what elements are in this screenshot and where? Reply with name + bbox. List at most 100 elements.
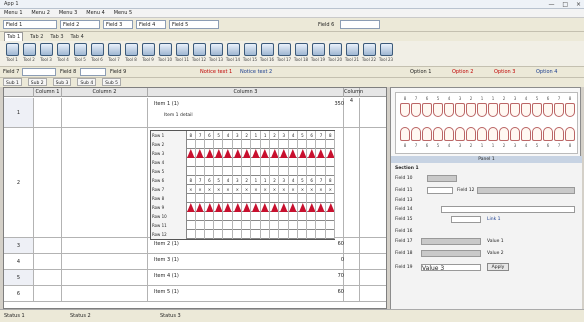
empty-cell[interactable] (317, 221, 326, 230)
combo-3[interactable]: Field 3 (103, 20, 133, 29)
empty-cell[interactable] (299, 221, 308, 230)
upper-tooth[interactable] (466, 103, 476, 117)
toolbar-button-4[interactable]: Tool 4 (55, 43, 71, 65)
close-button[interactable]: × (576, 1, 581, 8)
subtab-2[interactable]: Sub 2 (27, 78, 47, 86)
empty-cell[interactable] (206, 212, 215, 221)
tooth-number-cell[interactable]: 5 (215, 131, 224, 140)
marked-cell[interactable] (233, 149, 243, 158)
marked-cell[interactable] (187, 203, 196, 212)
marked-cell[interactable] (289, 149, 298, 158)
marked-cell[interactable] (205, 149, 215, 158)
tooth-number-cell[interactable]: 7 (317, 176, 326, 185)
cross-cell[interactable]: × (327, 185, 336, 194)
marked-cell[interactable] (280, 149, 289, 158)
tooth-number-cell[interactable]: 3 (280, 176, 289, 185)
combo-5[interactable]: Field 5 (169, 20, 219, 29)
marked-cell[interactable] (270, 149, 280, 158)
marked-cell[interactable] (196, 203, 205, 212)
toolbar-button-15[interactable]: Tool 15 (242, 43, 258, 65)
empty-cell[interactable] (234, 221, 243, 230)
cross-cell[interactable]: × (317, 185, 326, 194)
marked-cell[interactable] (242, 149, 252, 158)
combo-4[interactable]: Field 4 (136, 20, 166, 29)
empty-cell[interactable] (327, 140, 336, 149)
panel-link[interactable]: Link 1 (487, 217, 501, 222)
empty-cell[interactable] (289, 221, 298, 230)
marked-cell[interactable] (326, 149, 336, 158)
cross-cell[interactable]: × (280, 185, 289, 194)
toolbar-button-17[interactable]: Tool 17 (276, 43, 292, 65)
empty-cell[interactable] (215, 167, 224, 176)
empty-cell[interactable] (206, 140, 215, 149)
empty-cell[interactable] (289, 194, 298, 203)
empty-cell[interactable] (224, 212, 233, 221)
empty-cell[interactable] (224, 221, 233, 230)
toolbar-button-21[interactable]: Tool 21 (344, 43, 360, 65)
table-row[interactable]: 1 Item 1 (1) Item 1 detail 350 (4, 98, 386, 128)
apply-button[interactable]: Apply (487, 263, 509, 271)
panel-input-4[interactable] (441, 206, 575, 213)
empty-cell[interactable] (196, 194, 205, 203)
empty-cell[interactable] (280, 212, 289, 221)
cross-cell[interactable]: × (215, 185, 224, 194)
empty-cell[interactable] (215, 140, 224, 149)
lower-tooth[interactable] (455, 127, 465, 141)
empty-cell[interactable] (252, 158, 261, 167)
empty-cell[interactable] (206, 158, 215, 167)
empty-cell[interactable] (234, 212, 243, 221)
empty-cell[interactable] (308, 194, 317, 203)
empty-cell[interactable] (327, 212, 336, 221)
empty-cell[interactable] (224, 140, 233, 149)
subtab-4[interactable]: Sub 4 (77, 78, 97, 86)
empty-cell[interactable] (243, 212, 252, 221)
upper-tooth[interactable] (488, 103, 498, 117)
lower-tooth[interactable] (499, 127, 509, 141)
empty-cell[interactable] (261, 158, 270, 167)
marked-cell[interactable] (224, 149, 233, 158)
upper-tooth[interactable] (543, 103, 553, 117)
empty-cell[interactable] (187, 158, 196, 167)
menu-item-4[interactable]: Menu 4 (86, 9, 105, 18)
empty-cell[interactable] (252, 140, 261, 149)
empty-cell[interactable] (261, 140, 270, 149)
tooth-number-cell[interactable]: 7 (317, 131, 326, 140)
menu-item-1[interactable]: Menu 1 (4, 9, 23, 18)
subtab-5[interactable]: Sub 5 (102, 78, 121, 86)
upper-tooth[interactable] (433, 103, 443, 117)
subtab-3[interactable]: Sub 3 (52, 78, 72, 86)
empty-cell[interactable] (196, 167, 205, 176)
panel-input-1[interactable] (427, 175, 457, 182)
empty-cell[interactable] (299, 167, 308, 176)
marked-cell[interactable] (196, 149, 205, 158)
tooth-number-cell[interactable]: 1 (252, 176, 261, 185)
upper-tooth[interactable] (411, 103, 421, 117)
filter-input-1[interactable] (22, 68, 56, 76)
empty-cell[interactable] (327, 221, 336, 230)
upper-tooth[interactable] (422, 103, 432, 117)
combo-2[interactable]: Field 2 (60, 20, 100, 29)
tooth-number-cell[interactable]: 6 (206, 131, 215, 140)
minimize-button[interactable]: — (548, 1, 554, 8)
cross-cell[interactable]: × (271, 185, 280, 194)
marked-cell[interactable] (298, 203, 308, 212)
option-4[interactable]: Option 4 (536, 69, 557, 75)
empty-cell[interactable] (289, 158, 298, 167)
empty-cell[interactable] (280, 194, 289, 203)
marked-cell[interactable] (252, 149, 261, 158)
toolbar-button-7[interactable]: Tool 7 (106, 43, 122, 65)
empty-cell[interactable] (206, 194, 215, 203)
marked-cell[interactable] (224, 203, 233, 212)
marked-cell[interactable] (317, 203, 326, 212)
toolbar-button-20[interactable]: Tool 20 (327, 43, 343, 65)
lower-tooth[interactable] (510, 127, 520, 141)
empty-cell[interactable] (252, 212, 261, 221)
upper-tooth[interactable] (499, 103, 509, 117)
toolbar-button-16[interactable]: Tool 16 (259, 43, 275, 65)
marked-cell[interactable] (205, 203, 215, 212)
cross-cell[interactable]: × (299, 185, 308, 194)
toolbar-button-3[interactable]: Tool 3 (38, 43, 54, 65)
toolbar-button-14[interactable]: Tool 14 (225, 43, 241, 65)
empty-cell[interactable] (299, 158, 308, 167)
tooth-number-cell[interactable]: 2 (271, 131, 280, 140)
